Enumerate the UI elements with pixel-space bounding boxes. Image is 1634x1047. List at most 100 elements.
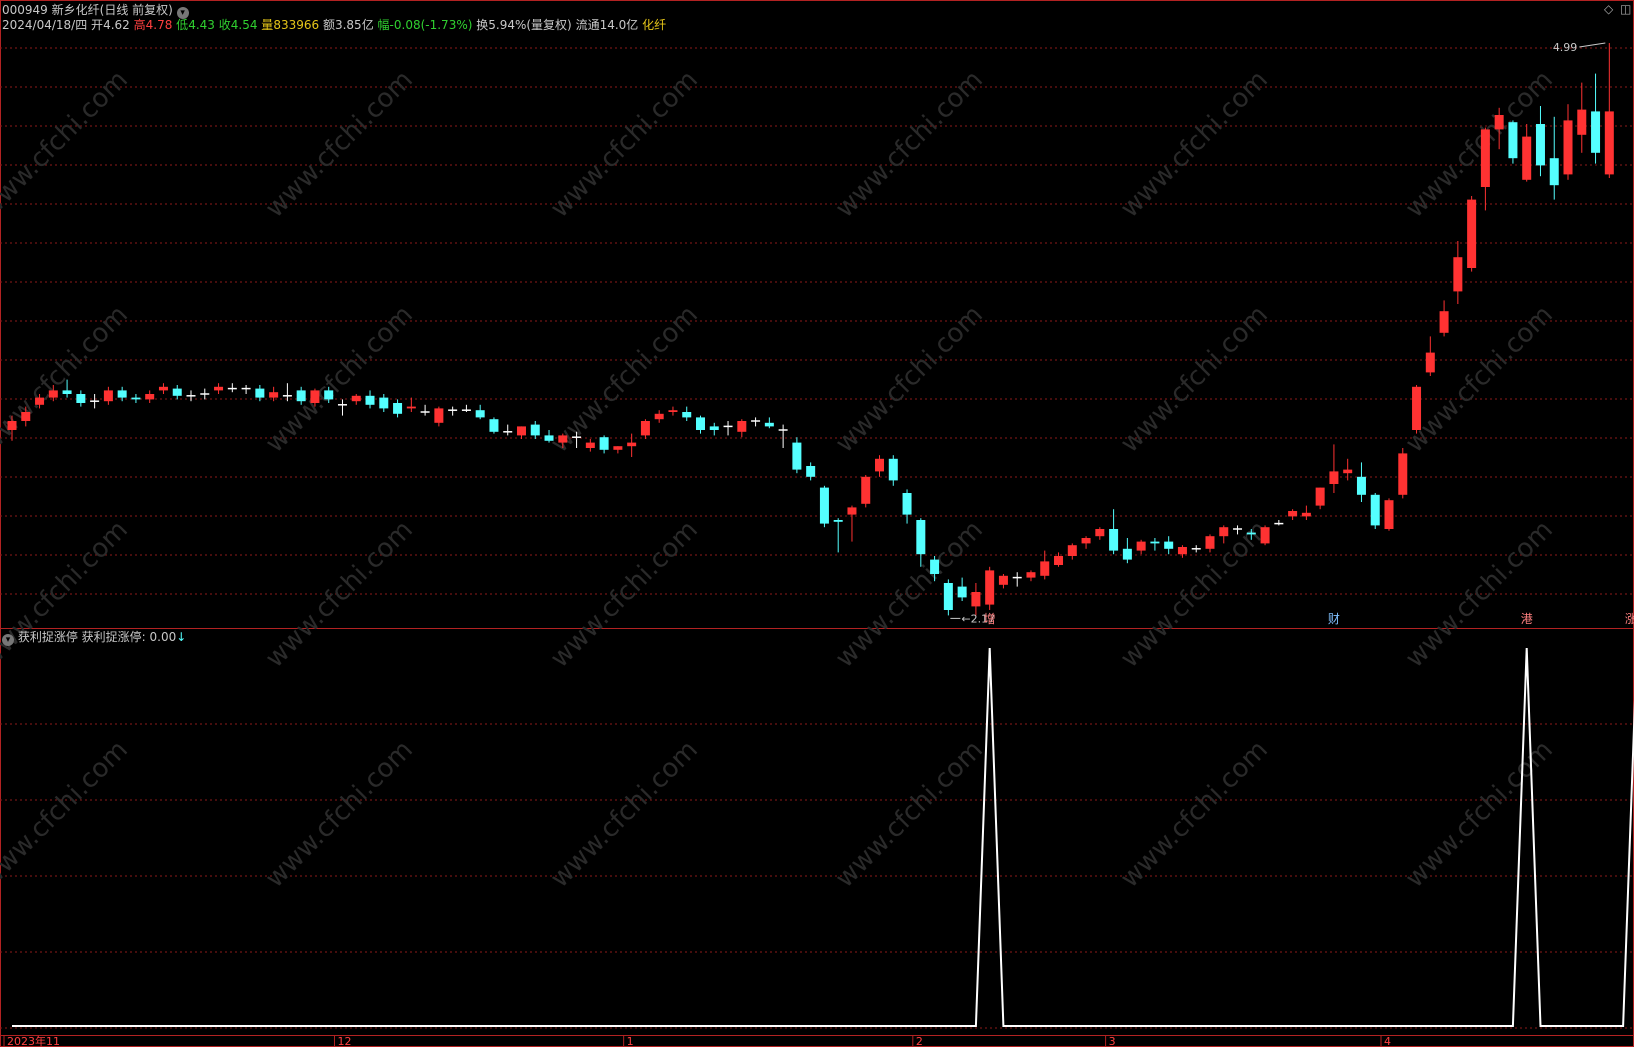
x-axis-label: 4 (1384, 1035, 1391, 1047)
candle (806, 462, 816, 481)
watermark-text: www.cfchi.com (545, 300, 704, 459)
candle-body (1453, 257, 1463, 292)
indicator-panel[interactable] (12, 647, 1634, 1027)
candle-body (1412, 386, 1422, 430)
candle (214, 383, 224, 394)
stock-code: 000949 (2, 3, 48, 17)
candle (1260, 525, 1270, 546)
candle (1274, 520, 1284, 526)
candle-body (296, 390, 306, 402)
candle-body (1260, 527, 1270, 544)
indicator-line (12, 647, 1634, 1027)
quote-bar: 2024/04/18/四 开4.62 高4.78 低4.43 收4.54 量83… (2, 18, 666, 32)
candle (985, 566, 995, 610)
candle (847, 505, 857, 542)
change-label: 幅 (377, 18, 390, 32)
candle (875, 455, 885, 477)
candle (434, 406, 444, 427)
candle (640, 419, 650, 439)
candle (861, 475, 871, 508)
candle-body (7, 421, 17, 430)
watermark-text: www.cfchi.com (1400, 65, 1559, 224)
panel-toggle-icon[interactable]: ◫ (1620, 2, 1631, 16)
candle (1205, 534, 1215, 553)
candle (751, 417, 761, 427)
indicator-name[interactable]: 获利捉涨停 (18, 630, 78, 644)
change-value: -0.08(-1.73%) (389, 18, 473, 32)
volume-label: 量 (261, 18, 274, 32)
candle (696, 415, 705, 434)
kline-chart[interactable]: www.cfchi.com www.cfchi.com www.cfchi.com w… (0, 0, 1634, 1047)
candle (103, 386, 113, 405)
candle-body (544, 435, 554, 441)
candle (365, 390, 375, 409)
candle-body (888, 458, 898, 481)
sector-label[interactable]: 化纤 (642, 18, 666, 32)
candle (158, 383, 168, 394)
watermark-text: www.cfchi.com (830, 300, 989, 459)
candle (1136, 539, 1146, 555)
event-tag: 涨停 (1625, 611, 1634, 626)
candle-body (1150, 541, 1160, 544)
candle (971, 583, 981, 616)
candle (627, 433, 637, 457)
watermark-text: www.cfchi.com (545, 735, 704, 894)
candle-body (875, 458, 885, 472)
watermark-text: www.cfchi.com (545, 65, 704, 224)
candle-body (1301, 512, 1311, 517)
candle-body (764, 422, 774, 427)
candle (613, 446, 623, 454)
indicator-collapse-icon[interactable]: ▾ (2, 634, 14, 646)
candle (1453, 241, 1463, 304)
candle (1122, 538, 1132, 564)
candle-body (35, 397, 45, 405)
watermark-text: www.cfchi.com (0, 300, 134, 459)
open-value: 4.62 (103, 18, 130, 32)
candle (1012, 572, 1022, 587)
candle (654, 410, 664, 423)
x-axis-label: 1 (627, 1035, 634, 1047)
candle (200, 388, 210, 400)
candle-body (1425, 352, 1435, 373)
candle-body (310, 390, 320, 403)
candle-body (48, 390, 58, 398)
max-price-label: 4.99 (1553, 41, 1578, 54)
candle (186, 390, 196, 402)
event-tag: 增 (984, 612, 996, 626)
candle-body (1315, 487, 1325, 506)
diamond-icon[interactable]: ◇ (1604, 2, 1613, 16)
watermark-text: www.cfchi.com (260, 735, 419, 894)
candle-body (158, 386, 168, 391)
candle-body (833, 520, 843, 522)
candle (1191, 545, 1201, 553)
candle (1026, 570, 1036, 582)
candle (1604, 43, 1614, 178)
candle-body (1288, 511, 1298, 517)
candle-body (1067, 545, 1077, 556)
candle-body (1604, 111, 1614, 175)
candle-body (1122, 548, 1132, 560)
candlestick-series[interactable] (7, 43, 1614, 616)
watermark-text: www.cfchi.com (0, 65, 134, 224)
candle-body (971, 592, 981, 607)
candle (503, 424, 513, 436)
candle-body (1439, 311, 1449, 333)
title-bar: 000949 新乡化纤(日线 前复权) ▾ (2, 3, 189, 19)
candle-body (792, 442, 802, 470)
candle (888, 455, 898, 486)
candle-body (1081, 538, 1091, 544)
candle (1384, 498, 1394, 531)
candle (1535, 106, 1545, 177)
indicator-bar: ▾ 获利捉涨停 获利捉涨停: 0.00↓ (2, 630, 186, 646)
candle-body (1026, 572, 1036, 578)
candle-body (103, 390, 113, 402)
candle-body (916, 520, 926, 555)
turnover-value: 换5.94%(量复权) (476, 18, 572, 32)
candle-body (365, 395, 375, 405)
candle (1412, 385, 1422, 434)
candle (448, 406, 458, 416)
candle-body (1109, 529, 1119, 551)
high-label: 高 (133, 18, 146, 32)
candle-body (1246, 532, 1256, 535)
candle-body (819, 487, 829, 524)
